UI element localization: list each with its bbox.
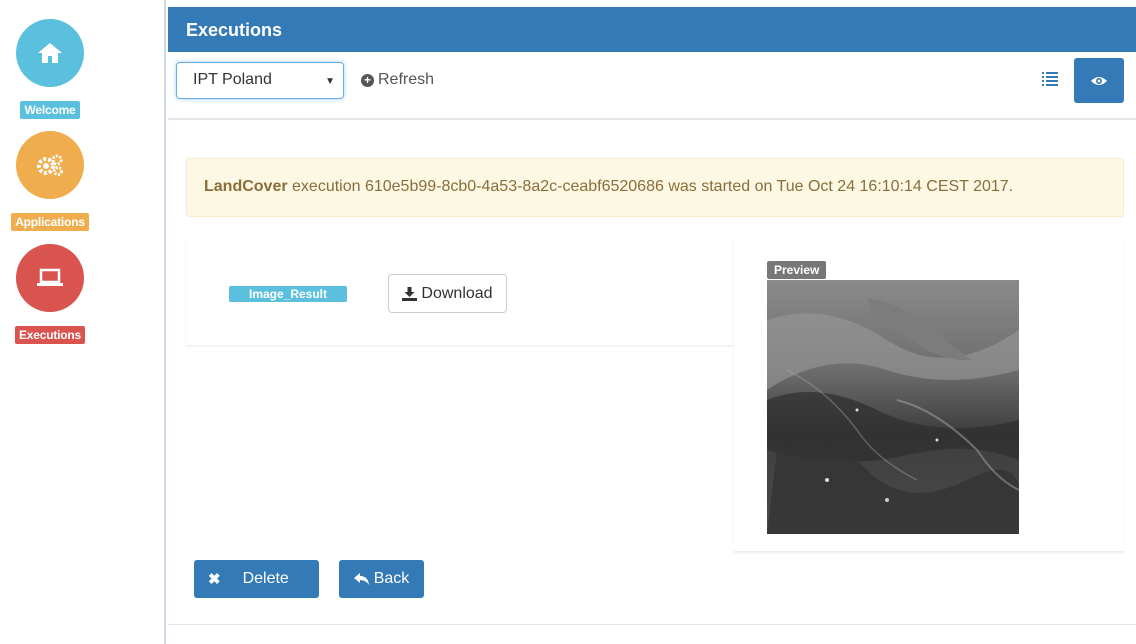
page-title: Executions xyxy=(168,7,1136,52)
preview-image xyxy=(767,280,1019,534)
download-icon xyxy=(402,286,418,301)
home-icon[interactable] xyxy=(16,19,84,87)
preview-view-button[interactable] xyxy=(1074,58,1124,103)
divider xyxy=(168,624,1136,625)
laptop-icon[interactable] xyxy=(16,244,84,312)
alert-app-name: LandCover xyxy=(204,178,288,195)
download-label: Download xyxy=(421,284,493,302)
workspace-select-value: IPT Poland xyxy=(193,71,272,88)
execution-alert: LandCover execution 610e5b99-8cb0-4a53-8… xyxy=(186,158,1124,217)
list-view-icon[interactable] xyxy=(1042,72,1058,86)
back-label: Back xyxy=(373,570,410,587)
refresh-button[interactable]: + Refresh xyxy=(361,71,434,89)
alert-message: execution 610e5b99-8cb0-4a53-8a2c-ceabf6… xyxy=(287,178,1014,195)
reply-icon xyxy=(353,573,369,585)
toolbar: IPT Poland ▼ + Refresh xyxy=(168,52,1136,120)
sidebar: Welcome Applications Executions xyxy=(0,0,166,644)
gears-icon[interactable] xyxy=(16,131,84,199)
back-button[interactable]: Back xyxy=(339,560,424,598)
nav-executions-label[interactable]: Executions xyxy=(14,326,86,344)
nav-applications-label[interactable]: Applications xyxy=(11,213,89,231)
nav-welcome-label[interactable]: Welcome xyxy=(20,101,80,119)
nav-executions[interactable]: Executions xyxy=(0,244,100,344)
refresh-label: Refresh xyxy=(378,71,435,88)
result-tag: Image_Result xyxy=(229,286,347,302)
download-button[interactable]: Download xyxy=(388,274,507,313)
preview-tag: Preview xyxy=(767,261,827,279)
workspace-select[interactable]: IPT Poland ▼ xyxy=(176,62,344,99)
plus-circle-icon: + xyxy=(361,73,374,87)
result-panel: Image_Result Download xyxy=(186,239,733,346)
preview-panel: Preview xyxy=(734,239,1124,552)
close-icon: ✖ xyxy=(208,571,221,588)
delete-button[interactable]: ✖ Delete xyxy=(194,560,319,598)
delete-label: Delete xyxy=(242,570,289,587)
caret-down-icon: ▼ xyxy=(325,76,335,87)
nav-welcome[interactable]: Welcome xyxy=(0,19,100,119)
main-panel: Executions IPT Poland ▼ + Refresh LandCo… xyxy=(168,7,1136,644)
nav-applications[interactable]: Applications xyxy=(0,131,100,231)
eye-icon xyxy=(1091,76,1107,85)
